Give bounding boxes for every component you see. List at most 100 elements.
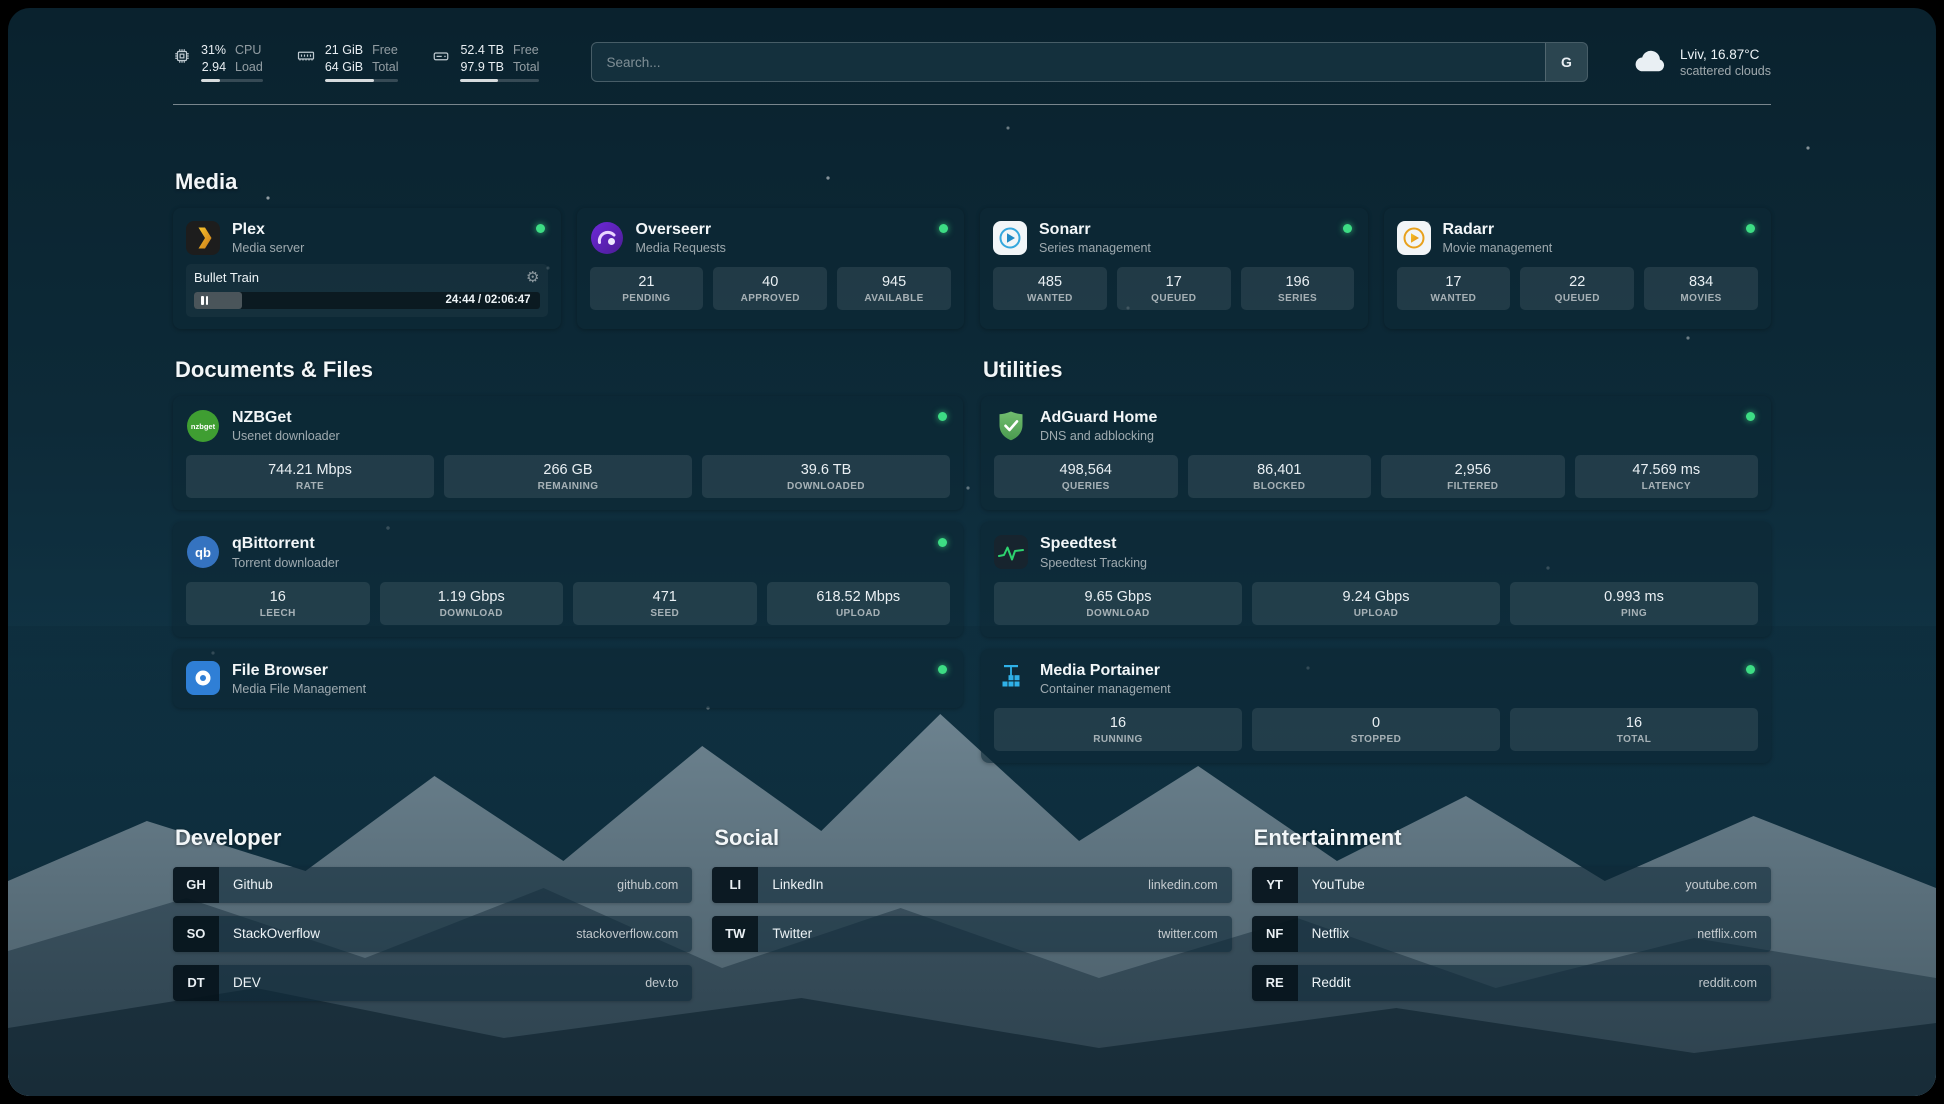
stat-series: 196 SERIES — [1241, 267, 1355, 310]
bookmark-netflix[interactable]: NF Netflix netflix.com — [1252, 916, 1771, 952]
stat-upload: 618.52 Mbps UPLOAD — [767, 582, 951, 625]
search-input[interactable] — [592, 43, 1545, 81]
service-card-overseerr[interactable]: Overseerr Media Requests 21 PENDING 40 A… — [577, 208, 965, 329]
section-title-utilities: Utilities — [983, 357, 1771, 383]
radarr-icon — [1397, 221, 1431, 255]
service-card-adguard[interactable]: AdGuard Home DNS and adblocking 498,564 … — [981, 396, 1771, 510]
bookmark-stackoverflow[interactable]: SO StackOverflow stackoverflow.com — [173, 916, 692, 952]
status-dot — [939, 224, 948, 233]
service-card-sonarr[interactable]: Sonarr Series management 485 WANTED 17 Q… — [980, 208, 1368, 329]
documents-column: Documents & Files nzbget NZBGet — [173, 357, 963, 763]
stat-queued: 22 QUEUED — [1520, 267, 1634, 310]
memory-free-label: Free — [372, 42, 398, 58]
bookmark-reddit[interactable]: RE Reddit reddit.com — [1252, 965, 1771, 1001]
app-desc: Usenet downloader — [232, 429, 340, 443]
bookmark-group-developer: Developer GH Github github.com SO StackO… — [173, 825, 692, 1014]
status-dot — [1746, 665, 1755, 674]
app-desc: Media server — [232, 241, 304, 255]
svg-text:nzbget: nzbget — [191, 422, 216, 431]
service-card-nzbget[interactable]: nzbget NZBGet Usenet downloader — [173, 396, 963, 510]
app-name: Sonarr — [1039, 220, 1151, 239]
bookmark-url: dev.to — [645, 976, 678, 990]
memory-free-value: 21 GiB — [325, 42, 363, 58]
bookmark-abbr: RE — [1252, 965, 1298, 1001]
disk-widget: 52.4 TB 97.9 TB Free Total — [432, 42, 539, 82]
qbittorrent-icon: qb — [186, 535, 220, 569]
stat-movies: 834 MOVIES — [1644, 267, 1758, 310]
disk-free-label: Free — [513, 42, 539, 58]
status-dot — [938, 665, 947, 674]
stat-running: 16 RUNNING — [994, 708, 1242, 751]
memory-total-value: 64 GiB — [325, 59, 363, 75]
service-card-speedtest[interactable]: Speedtest Speedtest Tracking 9.65 Gbps D… — [981, 522, 1771, 636]
stat-download: 1.19 Gbps DOWNLOAD — [380, 582, 564, 625]
stat-remaining: 266 GB REMAINING — [444, 455, 692, 498]
header-divider — [173, 104, 1771, 105]
bookmark-name: Netflix — [1312, 926, 1350, 941]
app-desc: Container management — [1040, 682, 1171, 696]
plex-now-playing: Bullet Train ⚙ 24:44 / 02:06:47 — [186, 264, 548, 317]
service-card-plex[interactable]: Plex Media server Bullet Train ⚙ — [173, 208, 561, 329]
section-title-developer: Developer — [175, 825, 692, 851]
media-card-grid: Plex Media server Bullet Train ⚙ — [173, 208, 1771, 329]
bookmark-dev[interactable]: DT DEV dev.to — [173, 965, 692, 1001]
bookmark-name: DEV — [233, 975, 261, 990]
service-card-filebrowser[interactable]: File Browser Media File Management — [173, 649, 963, 708]
stat-approved: 40 APPROVED — [713, 267, 827, 310]
svg-text:qb: qb — [195, 545, 211, 560]
bookmark-url: twitter.com — [1158, 927, 1218, 941]
settings-gear-icon[interactable]: ⚙ — [526, 270, 539, 285]
section-title-entertainment: Entertainment — [1254, 825, 1771, 851]
bookmark-name: LinkedIn — [772, 877, 823, 892]
weather-location: Lviv, 16.87°C — [1680, 47, 1771, 62]
screenshot-frame: 31% 2.94 CPU Load — [0, 0, 1944, 1104]
stat-rate: 744.21 Mbps RATE — [186, 455, 434, 498]
memory-total-label: Total — [372, 59, 398, 75]
bookmark-name: Github — [233, 877, 273, 892]
status-dot — [1343, 224, 1352, 233]
bookmark-abbr: TW — [712, 916, 758, 952]
playback-time: 24:44 / 02:06:47 — [445, 294, 530, 306]
cpu-load-label: Load — [235, 59, 263, 75]
pause-icon[interactable] — [201, 296, 208, 305]
status-dot — [1746, 224, 1755, 233]
app-name: Speedtest — [1040, 534, 1147, 553]
section-title-social: Social — [714, 825, 1231, 851]
bookmark-linkedin[interactable]: LI LinkedIn linkedin.com — [712, 867, 1231, 903]
app-name: Overseerr — [636, 220, 726, 239]
memory-widget: 21 GiB 64 GiB Free Total — [297, 42, 399, 82]
search-provider-button[interactable]: G — [1545, 43, 1587, 81]
app-desc: Torrent downloader — [232, 556, 339, 570]
stat-queued: 17 QUEUED — [1117, 267, 1231, 310]
service-card-qbittorrent[interactable]: qb qBittorrent Torrent downloader — [173, 522, 963, 636]
service-card-portainer[interactable]: Media Portainer Container management 16 … — [981, 649, 1771, 763]
plex-progress-bar[interactable]: 24:44 / 02:06:47 — [194, 292, 540, 309]
weather-condition: scattered clouds — [1680, 64, 1771, 78]
stat-seed: 471 SEED — [573, 582, 757, 625]
bookmark-url: reddit.com — [1699, 976, 1757, 990]
bookmark-abbr: SO — [173, 916, 219, 952]
app-name: File Browser — [232, 661, 366, 680]
bookmark-twitter[interactable]: TW Twitter twitter.com — [712, 916, 1231, 952]
bookmark-url: github.com — [617, 878, 678, 892]
stat-available: 945 AVAILABLE — [837, 267, 951, 310]
status-dot — [938, 412, 947, 421]
stat-blocked: 86,401 BLOCKED — [1188, 455, 1372, 498]
stat-wanted: 485 WANTED — [993, 267, 1107, 310]
bookmark-abbr: DT — [173, 965, 219, 1001]
stat-ping: 0.993 ms PING — [1510, 582, 1758, 625]
stat-leech: 16 LEECH — [186, 582, 370, 625]
stat-pending: 21 PENDING — [590, 267, 704, 310]
app-desc: Speedtest Tracking — [1040, 556, 1147, 570]
now-playing-title: Bullet Train — [194, 270, 259, 285]
sonarr-icon — [993, 221, 1027, 255]
service-card-radarr[interactable]: Radarr Movie management 17 WANTED 22 QUE… — [1384, 208, 1772, 329]
stat-total: 16 TOTAL — [1510, 708, 1758, 751]
dashboard-window: 31% 2.94 CPU Load — [8, 8, 1936, 1096]
bookmark-abbr: YT — [1252, 867, 1298, 903]
cpu-usage-bar — [201, 79, 263, 82]
bookmark-youtube[interactable]: YT YouTube youtube.com — [1252, 867, 1771, 903]
bookmark-url: stackoverflow.com — [576, 927, 678, 941]
stat-filtered: 2,956 FILTERED — [1381, 455, 1565, 498]
bookmark-github[interactable]: GH Github github.com — [173, 867, 692, 903]
